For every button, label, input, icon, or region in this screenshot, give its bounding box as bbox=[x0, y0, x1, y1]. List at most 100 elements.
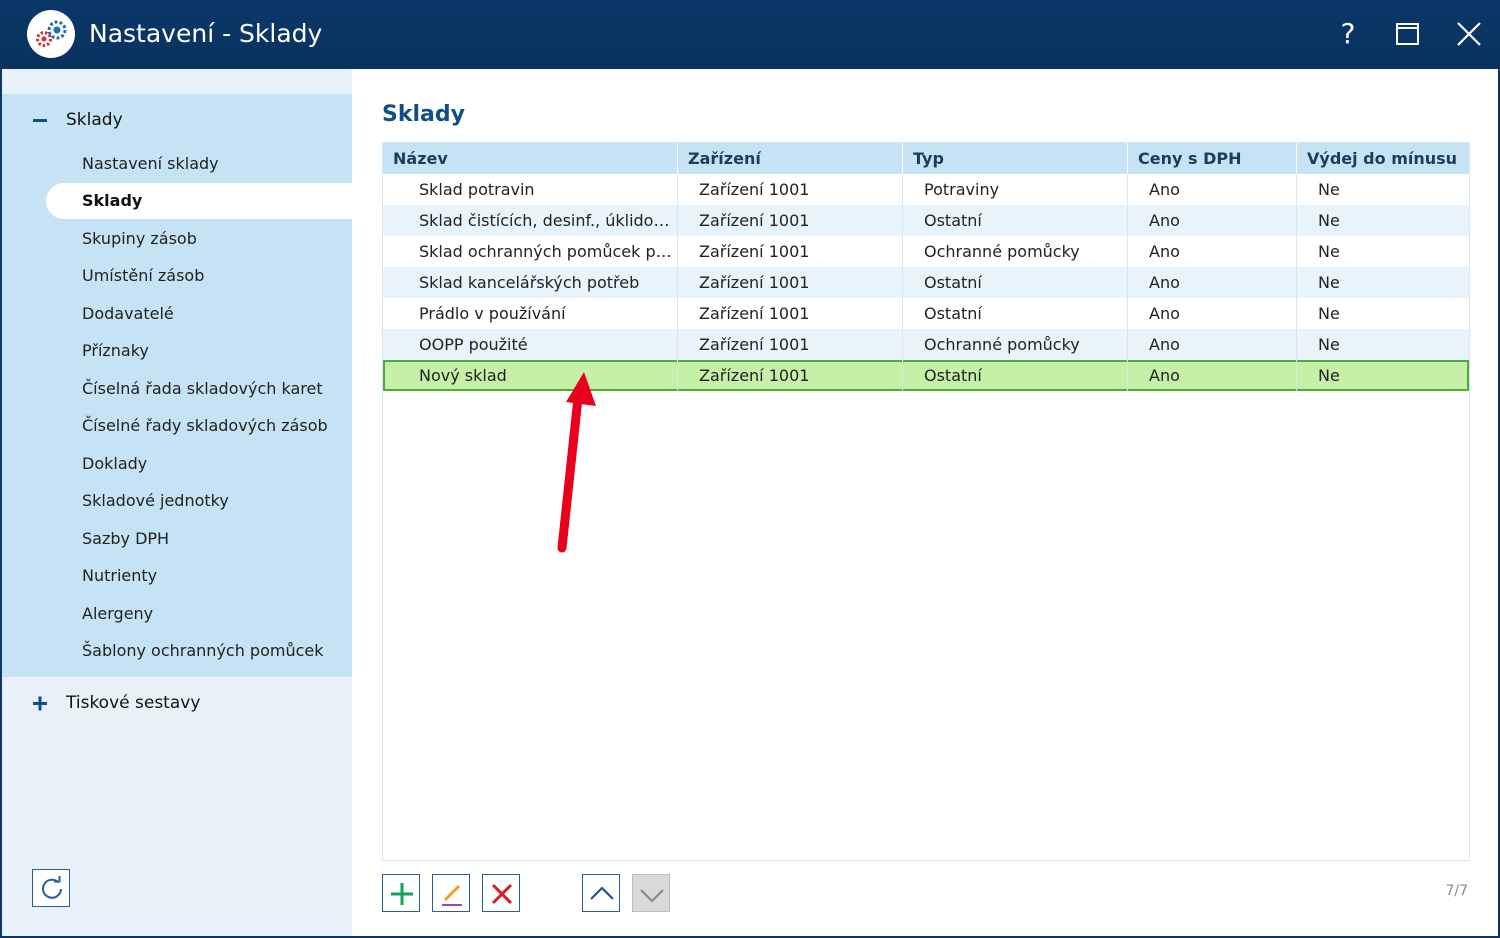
cell-zarizeni: Zařízení 1001 bbox=[678, 236, 903, 267]
page-title: Sklady bbox=[382, 102, 465, 127]
cell-nazev: Sklad potravin bbox=[383, 174, 678, 205]
cell-typ: Ochranné pomůcky bbox=[903, 236, 1128, 267]
cell-ceny-s-dph: Ano bbox=[1128, 174, 1297, 205]
table-row[interactable]: Prádlo v používání Zařízení 1001 Ostatní… bbox=[383, 298, 1469, 329]
column-header-vydej-do-minusu[interactable]: Výdej do mínusu bbox=[1297, 143, 1469, 174]
sidebar-item-ciselna-rada-karet[interactable]: Číselná řada skladových karet bbox=[46, 371, 352, 407]
nav-group-label: Sklady bbox=[66, 110, 123, 130]
cell-typ: Ochranné pomůcky bbox=[903, 329, 1128, 360]
delete-button[interactable] bbox=[482, 874, 520, 912]
cell-nazev: Sklad ochranných pomůcek pro ... bbox=[383, 236, 678, 267]
chevron-up-icon bbox=[590, 886, 614, 900]
pencil-icon bbox=[442, 884, 462, 906]
cell-vydej-do-minusu: Ne bbox=[1318, 273, 1340, 292]
sidebar: Sklady Nastavení sklady Sklady Skupiny z… bbox=[2, 69, 352, 936]
sidebar-item-label: Příznaky bbox=[82, 341, 149, 360]
sidebar-item-skladove-jednotky[interactable]: Skladové jednotky bbox=[46, 483, 352, 519]
plus-icon bbox=[391, 883, 413, 905]
sidebar-item-sablony-ochrannych-pomucek[interactable]: Šablony ochranných pomůcek bbox=[46, 633, 352, 669]
sidebar-item-sklady[interactable]: Sklady bbox=[46, 183, 352, 219]
chevron-down-icon bbox=[640, 889, 664, 903]
sidebar-item-doklady[interactable]: Doklady bbox=[46, 446, 352, 482]
table-row[interactable]: Sklad ochranných pomůcek pro ... Zařízen… bbox=[383, 236, 1469, 267]
maximize-icon bbox=[1396, 23, 1419, 45]
table-header: Název Zařízení Typ Ceny s DPH Výdej do m… bbox=[383, 143, 1469, 174]
sidebar-item-label: Číselné řady skladových zásob bbox=[82, 416, 328, 435]
row-count-indicator: 7/7 bbox=[1445, 883, 1468, 899]
table-row[interactable]: OOPP použité Zařízení 1001 Ochranné pomů… bbox=[383, 329, 1469, 360]
sidebar-item-label: Nastavení sklady bbox=[82, 154, 219, 173]
nav-group-header-tiskove-sestavy[interactable]: Tiskové sestavy bbox=[2, 683, 352, 723]
sidebar-item-label: Šablony ochranných pomůcek bbox=[82, 641, 324, 660]
window-title: Nastavení - Sklady bbox=[89, 19, 323, 48]
collapse-minus-icon bbox=[33, 119, 47, 122]
move-down-button[interactable] bbox=[632, 874, 670, 912]
sidebar-item-label: Skladové jednotky bbox=[82, 491, 229, 510]
cell-vydej-do-minusu: Ne bbox=[1318, 304, 1340, 323]
close-icon bbox=[1457, 22, 1481, 46]
app-gears-logo-icon bbox=[27, 10, 75, 58]
sidebar-item-label: Umístění zásob bbox=[82, 266, 205, 285]
cell-ceny-s-dph: Ano bbox=[1128, 205, 1297, 236]
sidebar-item-umisteni-zasob[interactable]: Umístění zásob bbox=[46, 258, 352, 294]
cell-nazev: Prádlo v používání bbox=[383, 298, 678, 329]
maximize-button[interactable] bbox=[1388, 14, 1428, 54]
sidebar-item-ciselne-rady-zasob[interactable]: Číselné řady skladových zásob bbox=[46, 408, 352, 444]
annotation-arrow-icon bbox=[557, 372, 596, 553]
sidebar-item-nutrienty[interactable]: Nutrienty bbox=[46, 558, 352, 594]
sidebar-item-label: Sklady bbox=[82, 191, 143, 210]
column-header-typ[interactable]: Typ bbox=[903, 143, 1128, 174]
cell-nazev: Nový sklad bbox=[383, 360, 678, 391]
sidebar-item-label: Doklady bbox=[82, 454, 148, 473]
cell-vydej-do-minusu: Ne bbox=[1318, 366, 1340, 385]
sidebar-item-sazby-dph[interactable]: Sazby DPH bbox=[46, 521, 352, 557]
cell-vydej-do-minusu: Ne bbox=[1318, 211, 1340, 230]
cell-ceny-s-dph: Ano bbox=[1128, 360, 1297, 391]
sidebar-item-label: Sazby DPH bbox=[82, 529, 170, 548]
delete-x-icon bbox=[491, 883, 513, 905]
move-up-button[interactable] bbox=[582, 874, 620, 912]
cell-ceny-s-dph: Ano bbox=[1128, 329, 1297, 360]
cell-ceny-s-dph: Ano bbox=[1128, 298, 1297, 329]
refresh-button[interactable] bbox=[32, 869, 70, 907]
cell-zarizeni: Zařízení 1001 bbox=[678, 360, 903, 391]
add-button[interactable] bbox=[382, 874, 420, 912]
cell-ceny-s-dph: Ano bbox=[1128, 267, 1297, 298]
cell-vydej-do-minusu: Ne bbox=[1318, 242, 1340, 261]
sidebar-item-dodavatele[interactable]: Dodavatelé bbox=[46, 296, 352, 332]
help-button[interactable]: ? bbox=[1328, 14, 1368, 54]
sidebar-item-label: Alergeny bbox=[82, 604, 154, 623]
title-bar: Nastavení - Sklady ? bbox=[0, 0, 1500, 69]
cell-typ: Ostatní bbox=[903, 267, 1128, 298]
cell-ceny-s-dph: Ano bbox=[1128, 236, 1297, 267]
cell-zarizeni: Zařízení 1001 bbox=[678, 205, 903, 236]
sidebar-item-label: Dodavatelé bbox=[82, 304, 174, 323]
column-header-zarizeni[interactable]: Zařízení bbox=[678, 143, 903, 174]
close-button[interactable] bbox=[1449, 14, 1489, 54]
sidebar-item-nastaveni-sklady[interactable]: Nastavení sklady bbox=[46, 146, 352, 182]
nav-group-label: Tiskové sestavy bbox=[66, 693, 201, 713]
cell-typ: Ostatní bbox=[903, 298, 1128, 329]
sidebar-item-label: Skupiny zásob bbox=[82, 229, 197, 248]
sidebar-item-skupiny-zasob[interactable]: Skupiny zásob bbox=[46, 221, 352, 257]
refresh-icon bbox=[42, 876, 62, 899]
table-row[interactable]: Sklad potravin Zařízení 1001 Potraviny A… bbox=[383, 174, 1469, 205]
column-header-nazev[interactable]: Název bbox=[383, 143, 678, 174]
table-row[interactable]: Sklad čistících, desinf., úklidovýc... Z… bbox=[383, 205, 1469, 236]
cell-zarizeni: Zařízení 1001 bbox=[678, 267, 903, 298]
sidebar-item-priznaky[interactable]: Příznaky bbox=[46, 333, 352, 369]
table-row[interactable]: Sklad kancelářských potřeb Zařízení 1001… bbox=[383, 267, 1469, 298]
cell-vydej-do-minusu: Ne bbox=[1318, 180, 1340, 199]
edit-button[interactable] bbox=[432, 874, 470, 912]
cell-typ: Potraviny bbox=[903, 174, 1128, 205]
window-border-left bbox=[0, 69, 2, 938]
sidebar-item-alergeny[interactable]: Alergeny bbox=[46, 596, 352, 632]
cell-zarizeni: Zařízení 1001 bbox=[678, 329, 903, 360]
nav-group-header-sklady[interactable]: Sklady bbox=[2, 100, 352, 140]
cell-zarizeni: Zařízení 1001 bbox=[678, 298, 903, 329]
cell-nazev: Sklad čistících, desinf., úklidovýc... bbox=[383, 205, 678, 236]
cell-typ: Ostatní bbox=[903, 205, 1128, 236]
sidebar-item-label: Číselná řada skladových karet bbox=[82, 379, 323, 398]
cell-nazev: OOPP použité bbox=[383, 329, 678, 360]
column-header-ceny-s-dph[interactable]: Ceny s DPH bbox=[1128, 143, 1297, 174]
